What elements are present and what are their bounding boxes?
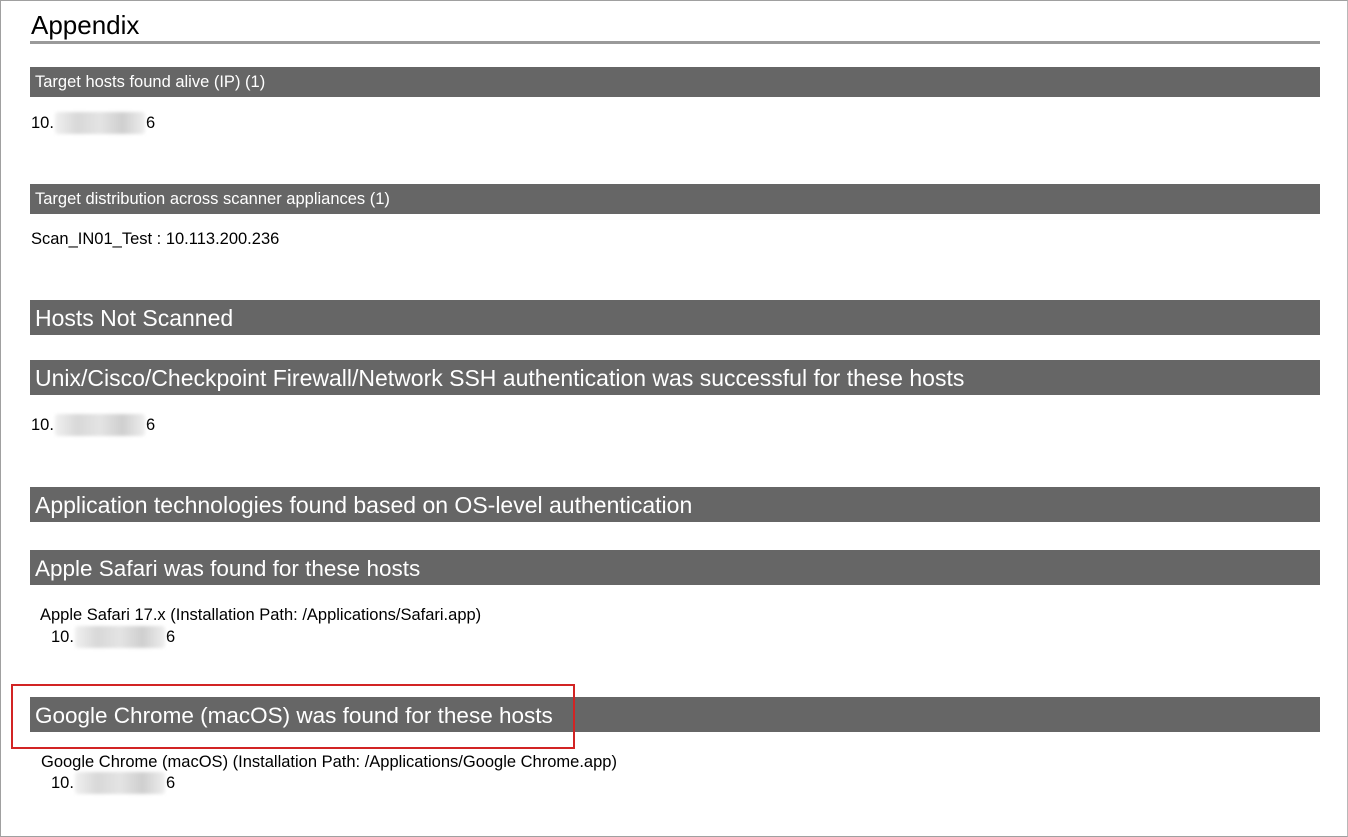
ip-prefix: 10. — [31, 416, 54, 434]
ip-suffix: 6 — [145, 416, 156, 434]
ip-suffix: 6 — [165, 774, 176, 792]
chrome-host-ip: 10. 6 — [51, 772, 175, 794]
distribution-entry: Scan_IN01_Test : 10.113.200.236 — [31, 230, 280, 248]
section-header-app-tech: Application technologies found based on … — [30, 487, 1320, 522]
ip-prefix: 10. — [31, 114, 54, 132]
redacted-ip-segment — [54, 414, 145, 436]
section-header-ssh-auth: Unix/Cisco/Checkpoint Firewall/Network S… — [30, 360, 1320, 395]
section-header-safari: Apple Safari was found for these hosts — [30, 550, 1320, 585]
section-header-alive-hosts: Target hosts found alive (IP) (1) — [30, 67, 1320, 97]
redacted-ip-segment — [74, 626, 165, 648]
ip-suffix: 6 — [145, 114, 156, 132]
page-title: Appendix — [31, 10, 140, 40]
alive-host-ip: 10. 6 — [31, 112, 155, 134]
ip-prefix: 10. — [51, 628, 74, 646]
section-header-not-scanned: Hosts Not Scanned — [30, 300, 1320, 335]
ip-prefix: 10. — [51, 774, 74, 792]
section-header-distribution: Target distribution across scanner appli… — [30, 184, 1320, 214]
title-divider — [30, 41, 1320, 44]
redacted-ip-segment — [74, 772, 165, 794]
highlight-box — [11, 684, 575, 749]
safari-host-ip: 10. 6 — [51, 626, 175, 648]
safari-detail: Apple Safari 17.x (Installation Path: /A… — [40, 606, 482, 624]
ip-suffix: 6 — [165, 628, 176, 646]
redacted-ip-segment — [54, 112, 145, 134]
chrome-detail: Google Chrome (macOS) (Installation Path… — [41, 753, 617, 771]
ssh-auth-host-ip: 10. 6 — [31, 414, 155, 436]
